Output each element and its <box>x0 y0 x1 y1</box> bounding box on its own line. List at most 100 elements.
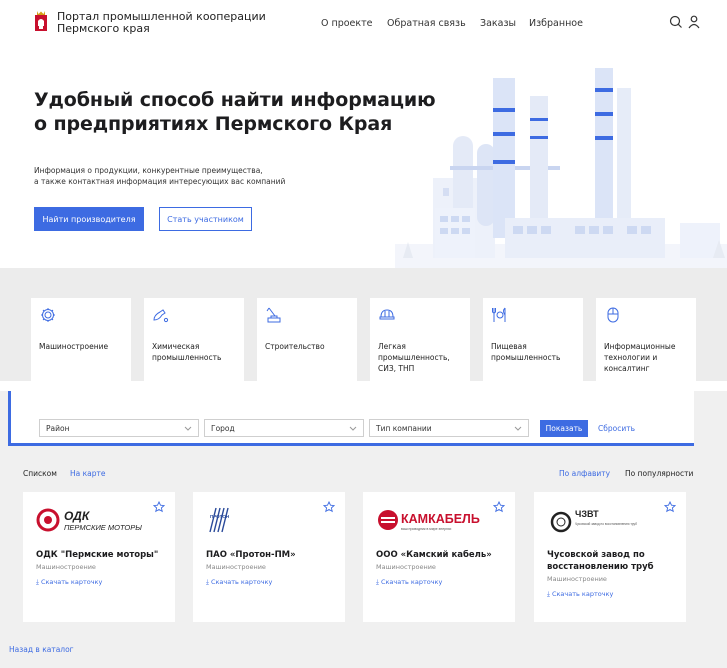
download-card-link-label: Скачать карточку <box>551 590 614 598</box>
search-icon[interactable] <box>668 14 684 30</box>
company-card-chzvt[interactable]: ЧЗВТ Чусовской завод по восстановлению т… <box>534 492 686 622</box>
city-select[interactable]: Город <box>204 419 364 437</box>
company-name: ОДК "Пермские моторы" <box>36 549 158 561</box>
chevron-down-icon <box>514 426 522 431</box>
category-label-line-2: промышленность <box>152 353 222 362</box>
city-select-value: Город <box>211 423 235 433</box>
category-label-line-3: СИЗ, ТНП <box>378 364 415 373</box>
view-list-tab[interactable]: Списком <box>23 469 57 478</box>
category-label-line-2: промышленность, <box>378 353 450 362</box>
category-card-food[interactable]: Пищевая промышленность <box>483 298 583 381</box>
download-card-link[interactable]: ⤓ Скачать карточку <box>206 578 272 587</box>
company-name-line-1: Чусовской завод по <box>547 550 645 560</box>
download-card-link[interactable]: ⤓ Скачать карточку <box>547 590 613 599</box>
download-card-link[interactable]: ⤓ Скачать карточку <box>36 578 102 587</box>
hero-title: Удобный способ найти информацию о предпр… <box>34 88 436 136</box>
hero-subtitle: Информация о продукции, конкурентные пре… <box>34 165 285 187</box>
construction-icon <box>266 307 281 323</box>
back-to-catalog-link[interactable]: Назад в каталог <box>9 645 74 654</box>
category-label-line-1: Пищевая <box>491 342 527 351</box>
chzvt-logo-text-2: Чусовской завод по восстановлению труб <box>575 522 637 526</box>
company-type-select[interactable]: Тип компании <box>369 419 529 437</box>
company-name-line-1: ОДК "Пермские моторы" <box>36 550 159 560</box>
filter-bar: Район Город Тип компании Показать Сброси… <box>8 391 694 446</box>
catalog-section: Район Город Тип компании Показать Сброси… <box>0 391 727 668</box>
category-card-construction[interactable]: Строительство <box>257 298 357 381</box>
chevron-down-icon <box>184 426 192 431</box>
category-card-mechanical[interactable]: Машиностроение <box>31 298 131 381</box>
brand-line-2: Пермского края <box>57 22 150 35</box>
company-type-select-value: Тип компании <box>376 423 432 433</box>
perm-coat-of-arms-logo[interactable] <box>34 10 48 32</box>
find-manufacturer-button[interactable]: Найти производителя <box>34 207 144 231</box>
company-name-line-2: восстановлению труб <box>547 562 654 572</box>
category-label-line-1: Легкая <box>378 342 406 351</box>
company-industry: Машиностроение <box>206 563 266 571</box>
category-label: Легкая промышленность, СИЗ, ТНП <box>378 341 450 374</box>
company-name: ПАО «Протон-ПМ» <box>206 549 296 561</box>
category-card-chemical[interactable]: Химическая промышленность <box>144 298 244 381</box>
chzvt-logo: ЧЗВТ Чусовской завод по восстановлению т… <box>550 509 637 533</box>
category-label: Химическая промышленность <box>152 341 221 363</box>
hero-title-line-2: о предприятиях Пермского Края <box>34 113 393 135</box>
category-label-line-3: консалтинг <box>604 364 650 373</box>
company-industry: Машиностроение <box>376 563 436 571</box>
section-divider <box>0 381 727 391</box>
nav-orders[interactable]: Заказы <box>480 18 516 29</box>
category-label: Машиностроение <box>39 341 108 352</box>
user-icon[interactable] <box>686 14 702 30</box>
become-member-button[interactable]: Стать участником <box>159 207 252 231</box>
chemistry-icon <box>153 309 169 323</box>
nav-about[interactable]: О проекте <box>321 18 373 29</box>
category-label-line-1: Информационные <box>604 342 676 351</box>
proton-logo: ПРОТОН <box>209 507 229 533</box>
helmet-icon <box>379 309 395 320</box>
company-name: ООО «Камский кабель» <box>376 549 492 561</box>
mouse-icon <box>607 307 619 323</box>
category-card-light-industry[interactable]: Легкая промышленность, СИЗ, ТНП <box>370 298 470 381</box>
kamkabel-logo: КАМКАБЕЛЬ ваш проводник в мире энергии <box>378 510 480 531</box>
hero-subtitle-line-1: Информация о продукции, конкурентные пре… <box>34 166 263 175</box>
reset-link[interactable]: Сбросить <box>598 424 635 433</box>
company-name: Чусовской завод по восстановлению труб <box>547 549 654 573</box>
view-map-tab[interactable]: На карте <box>70 469 106 478</box>
category-label: Пищевая промышленность <box>491 341 560 363</box>
show-button[interactable]: Показать <box>540 420 588 437</box>
category-label-line-1: Химическая <box>152 342 200 351</box>
proton-logo-text: ПРОТОН <box>210 514 229 519</box>
odk-logo-text-2: ПЕРМСКИЕ МОТОРЫ <box>64 523 142 532</box>
kamkabel-logo-text-2: ваш проводник в мире энергии <box>401 527 451 531</box>
download-card-link-label: Скачать карточку <box>40 578 103 586</box>
brand-name[interactable]: Портал промышленной кооперации Пермского… <box>57 11 266 35</box>
hero-title-line-1: Удобный способ найти информацию <box>34 89 436 111</box>
category-card-it[interactable]: Информационные технологии и консалтинг <box>596 298 696 381</box>
company-name-line-1: ПАО «Протон-ПМ» <box>206 550 296 560</box>
district-select-value: Район <box>46 423 70 433</box>
site-header: Портал промышленной кооперации Пермского… <box>0 0 727 48</box>
category-label-line-2: промышленность <box>491 353 561 362</box>
gear-icon <box>41 308 55 322</box>
company-industry: Машиностроение <box>547 575 607 583</box>
hero-subtitle-line-2: а также контактная информация интересующ… <box>34 177 286 186</box>
download-card-link[interactable]: ⤓ Скачать карточку <box>376 578 442 587</box>
company-name-line-1: ООО «Камский кабель» <box>376 550 492 560</box>
download-card-link-label: Скачать карточку <box>380 578 443 586</box>
category-label: Информационные технологии и консалтинг <box>604 341 675 374</box>
category-label-line-1: Строительство <box>265 342 325 351</box>
district-select[interactable]: Район <box>39 419 199 437</box>
sort-alphabetical[interactable]: По алфавиту <box>559 469 610 478</box>
sort-popularity[interactable]: По популярности <box>625 469 693 478</box>
nav-feedback[interactable]: Обратная связь <box>387 18 466 29</box>
company-industry: Машиностроение <box>36 563 96 571</box>
category-label-line-1: Машиностроение <box>39 342 109 351</box>
odk-logo: ОДК ПЕРМСКИЕ МОТОРЫ <box>36 508 142 532</box>
category-label: Строительство <box>265 341 325 352</box>
kamkabel-logo-text-1: КАМКАБЕЛЬ <box>401 512 480 526</box>
company-card-odk[interactable]: ОДК ПЕРМСКИЕ МОТОРЫ ОДК "Пермские моторы… <box>23 492 175 622</box>
food-icon <box>492 307 506 322</box>
odk-logo-text-1: ОДК <box>64 509 91 523</box>
nav-favorites[interactable]: Избранное <box>529 18 583 29</box>
factory-illustration <box>395 68 727 268</box>
company-card-proton[interactable]: ПРОТОН ПАО «Протон-ПМ» Машиностроение ⤓ … <box>193 492 345 622</box>
company-card-kamkabel[interactable]: КАМКАБЕЛЬ ваш проводник в мире энергии О… <box>363 492 515 622</box>
